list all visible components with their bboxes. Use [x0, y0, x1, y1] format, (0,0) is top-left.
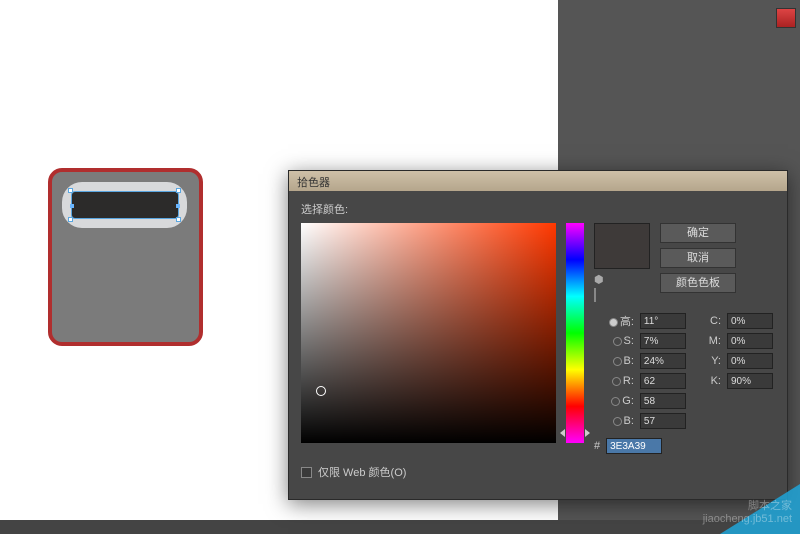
- swatches-button[interactable]: 颜色色板: [660, 273, 736, 293]
- hue-slider[interactable]: [566, 223, 584, 443]
- bv-label[interactable]: B:: [594, 355, 634, 367]
- r-input[interactable]: [640, 373, 686, 389]
- k-label: K:: [694, 375, 721, 387]
- g-radio[interactable]: [611, 397, 620, 406]
- selection-handle[interactable]: [176, 188, 181, 193]
- r-radio[interactable]: [612, 377, 621, 386]
- c-input[interactable]: [727, 313, 773, 329]
- h-label[interactable]: 高:: [594, 313, 634, 329]
- b-radio[interactable]: [613, 417, 622, 426]
- selection-handle[interactable]: [68, 188, 73, 193]
- sv-cursor-icon[interactable]: [316, 386, 326, 396]
- bv-radio[interactable]: [613, 357, 622, 366]
- color-picker-dialog: 拾色器 选择颜色: ⬢: [288, 170, 788, 500]
- hue-indicator-icon[interactable]: [560, 429, 590, 437]
- k-input[interactable]: [727, 373, 773, 389]
- dialog-title: 拾色器: [297, 177, 330, 189]
- b-input[interactable]: [640, 413, 686, 429]
- m-input[interactable]: [727, 333, 773, 349]
- selection-handle[interactable]: [176, 217, 181, 222]
- bv-input[interactable]: [640, 353, 686, 369]
- c-label: C:: [694, 315, 721, 327]
- cancel-button[interactable]: 取消: [660, 248, 736, 268]
- top-right-swatch-icon[interactable]: [776, 8, 796, 28]
- b-label[interactable]: B:: [594, 415, 634, 427]
- select-color-label: 选择颜色:: [301, 201, 775, 217]
- current-color-swatch: [594, 223, 650, 269]
- dialog-titlebar[interactable]: 拾色器: [289, 171, 787, 191]
- g-input[interactable]: [640, 393, 686, 409]
- y-label: Y:: [694, 355, 721, 367]
- hex-input[interactable]: [606, 438, 662, 454]
- shape-rounded-rect[interactable]: [48, 168, 203, 346]
- y-input[interactable]: [727, 353, 773, 369]
- h-radio[interactable]: [609, 318, 618, 327]
- s-input[interactable]: [640, 333, 686, 349]
- color-value-grid: 高: C: S: M: B: Y: R: K: G:: [594, 313, 775, 429]
- saturation-value-field[interactable]: [301, 223, 556, 443]
- m-label: M:: [694, 335, 721, 347]
- cube-icon[interactable]: ⬢: [594, 273, 606, 285]
- s-label[interactable]: S:: [594, 335, 634, 347]
- g-label[interactable]: G:: [594, 395, 634, 407]
- watermark-text: 脚本之家 jiaocheng.jb51.net: [703, 500, 792, 526]
- web-only-label: 仅限 Web 颜色(O): [318, 464, 406, 480]
- web-only-row[interactable]: 仅限 Web 颜色(O): [301, 464, 775, 480]
- selection-handle[interactable]: [68, 217, 73, 222]
- web-only-checkbox[interactable]: [301, 467, 312, 478]
- s-radio[interactable]: [613, 337, 622, 346]
- shape-dark-pill-selected[interactable]: [71, 191, 179, 219]
- ok-button[interactable]: 确定: [660, 223, 736, 243]
- shape-white-bar[interactable]: [62, 182, 187, 228]
- status-bar: [0, 520, 800, 534]
- h-input[interactable]: [640, 313, 686, 329]
- hex-label: #: [594, 440, 600, 452]
- r-label[interactable]: R:: [594, 375, 634, 387]
- none-color-icon[interactable]: [594, 288, 596, 302]
